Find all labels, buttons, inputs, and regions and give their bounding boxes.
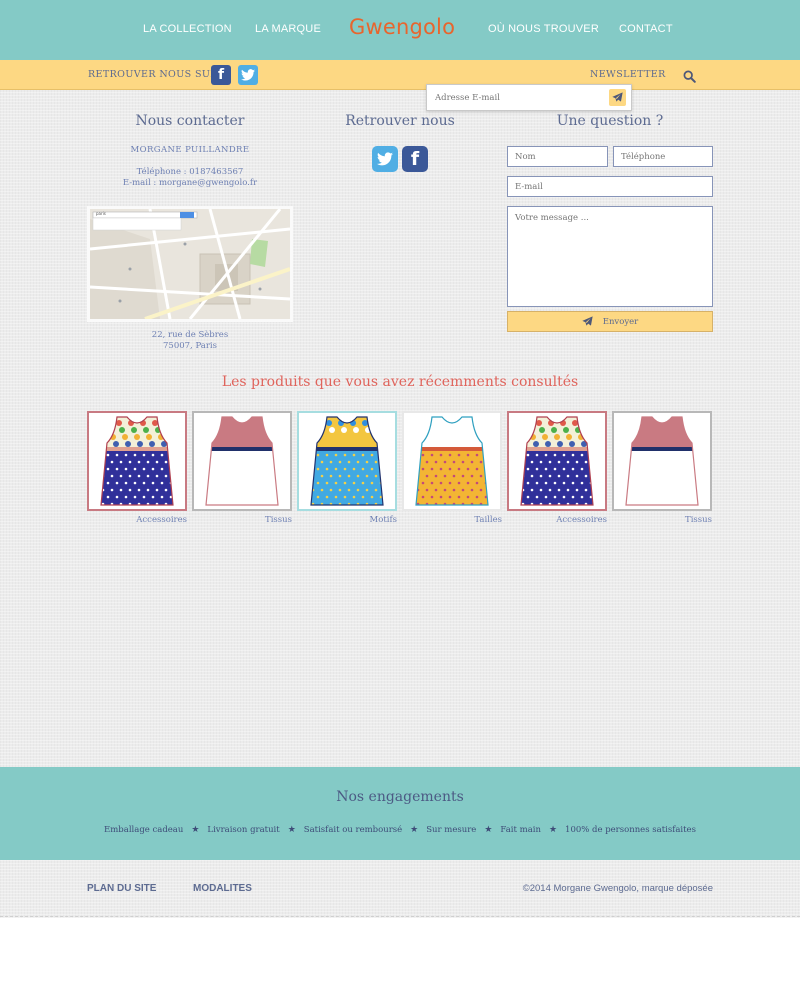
product-thumbnail[interactable] (192, 411, 292, 511)
top-navigation: LA COLLECTION LA MARQUE Gwengolo OÙ NOUS… (0, 0, 800, 60)
engagement-item: Sur mesure (426, 825, 477, 835)
location-map[interactable]: paris (87, 206, 293, 322)
product-thumbnail[interactable] (507, 411, 607, 511)
send-button-label: Envoyer (602, 316, 639, 327)
newsletter-submit-button[interactable] (609, 89, 626, 106)
nav-link-contact[interactable]: CONTACT (619, 23, 673, 35)
star-icon: ★ (287, 825, 296, 835)
newsletter-link[interactable]: NEWSLETTER (590, 69, 666, 80)
engagements-section: Nos engagements Emballage cadeau ★ Livrais… (0, 767, 800, 860)
contact-title: Nous contacter (135, 113, 245, 129)
social-bar: RETROUVER NOUS SUR NEWSLETTER (0, 60, 800, 90)
address-line-1: 22, rue de Sèbres (151, 330, 229, 340)
engagement-item: Emballage cadeau (104, 825, 184, 835)
star-icon: ★ (410, 825, 419, 835)
product-image (404, 413, 500, 509)
facebook-glyph: f (217, 67, 225, 83)
product-category-link[interactable]: Motifs (297, 515, 397, 525)
contact-name: MORGANE PUILLANDRE (130, 145, 250, 155)
star-icon: ★ (548, 825, 558, 835)
nav-link-brand[interactable]: LA MARQUE (255, 23, 321, 35)
copyright-text: ©2014 Morgane Gwengolo, marque déposée (522, 883, 713, 894)
question-title: Une question ? (556, 113, 664, 129)
twitter-icon[interactable] (372, 146, 398, 172)
address-line-2: 75007, Paris (163, 341, 217, 351)
engagements-list: Emballage cadeau ★ Livraison gratuit ★ Satis… (0, 825, 800, 835)
send-button[interactable]: Envoyer (507, 311, 713, 332)
twitter-icon[interactable] (238, 65, 258, 85)
email-field[interactable] (507, 176, 713, 197)
facebook-icon[interactable]: f (402, 146, 428, 172)
site-logo[interactable]: Gwengolo (349, 15, 455, 39)
paper-plane-icon (612, 92, 623, 102)
engagement-item: Satisfait ou remboursé (303, 825, 403, 835)
product-category-link[interactable]: Tailles (402, 515, 502, 525)
search-icon[interactable] (683, 68, 696, 83)
contact-email[interactable]: E-mail : morgane@gwengolo.fr (88, 178, 292, 188)
product-category-link[interactable]: Tissus (192, 515, 292, 525)
product-thumbnail[interactable] (612, 411, 712, 511)
engagement-item: Fait main (500, 825, 541, 835)
engagement-item: Livraison gratuit (207, 825, 280, 835)
phone-field[interactable] (613, 146, 713, 167)
nav-link-collection[interactable]: LA COLLECTION (143, 23, 232, 35)
product-category-link[interactable]: Tissus (612, 515, 712, 525)
nav-link-where[interactable]: OÙ NOUS TROUVER (488, 23, 599, 35)
product-thumbnail[interactable] (402, 411, 502, 511)
footer-link-terms[interactable]: MODALITES (193, 883, 252, 894)
product-image (614, 413, 710, 509)
footer-link-sitemap[interactable]: PLAN DU SITE (87, 883, 156, 894)
facebook-glyph: f (410, 148, 420, 170)
product-image (299, 413, 395, 509)
paper-plane-icon (582, 316, 593, 326)
newsletter-popup (426, 84, 632, 111)
message-field[interactable] (507, 206, 713, 307)
contact-phone: Téléphone : 0187463567 (136, 167, 244, 177)
engagement-item: 100% de personnes satisfaites (565, 825, 696, 835)
product-image (89, 413, 185, 509)
name-field[interactable] (507, 146, 608, 167)
product-category-link[interactable]: Accessoires (507, 515, 607, 525)
recent-products-title: Les produits que vous avez récemments co… (221, 374, 579, 390)
product-category-link[interactable]: Accessoires (87, 515, 187, 525)
product-image (194, 413, 290, 509)
facebook-icon[interactable]: f (211, 65, 231, 85)
map-search-text: paris (96, 211, 106, 216)
follow-title: Retrouver nous (345, 113, 455, 129)
star-icon: ★ (191, 825, 200, 835)
social-bar-label: RETROUVER NOUS SUR (88, 69, 218, 80)
engagements-title: Nos engagements (336, 789, 464, 805)
newsletter-email-input[interactable] (435, 93, 595, 103)
product-thumbnail[interactable] (87, 411, 187, 511)
product-image (509, 413, 605, 509)
star-icon: ★ (484, 825, 493, 835)
product-thumbnail[interactable] (297, 411, 397, 511)
footer-divider (0, 916, 800, 918)
